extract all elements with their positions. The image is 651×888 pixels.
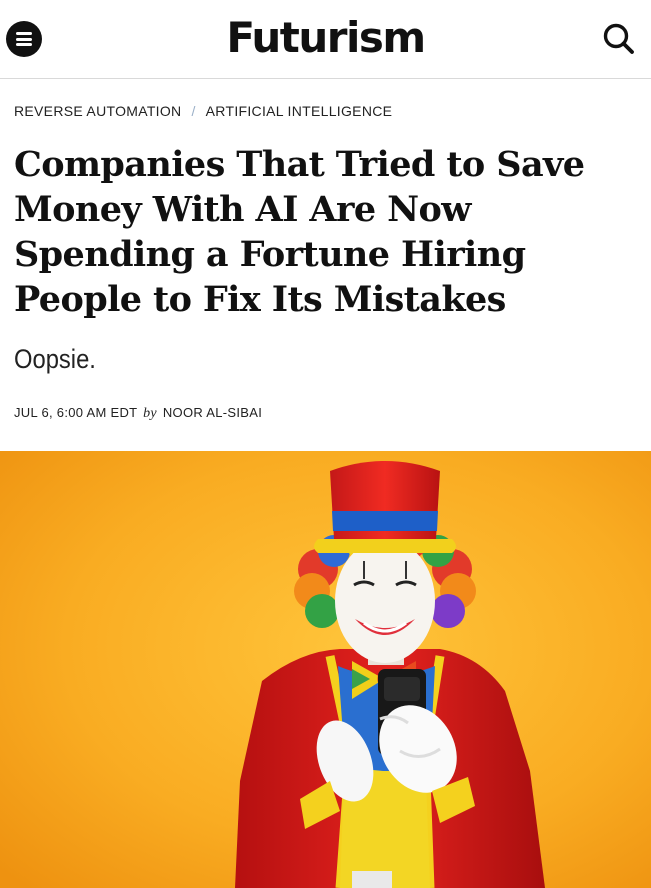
article-byline: JUL 6, 6:00 AM EDT by NOOR AL-SIBAI (14, 404, 262, 423)
article-headline: Companies That Tried to Save Money With … (14, 144, 585, 320)
breadcrumb: REVERSE AUTOMATION / ARTIFICIAL INTELLIGEN… (14, 102, 392, 120)
site-logo[interactable]: Futurism (0, 10, 651, 66)
breadcrumb-item-artificial-intelligence[interactable]: ARTIFICIAL INTELLIGENCE (206, 103, 393, 119)
hero-image (0, 451, 651, 888)
author-link[interactable]: NOOR AL-SIBAI (163, 405, 262, 420)
publish-date: JUL 6, 6:00 AM EDT (14, 405, 138, 420)
site-header: Futurism (0, 0, 651, 79)
byline-by: by (143, 406, 157, 421)
article-dek: Oopsie. (14, 344, 96, 374)
breadcrumb-item-reverse-automation[interactable]: REVERSE AUTOMATION (14, 103, 181, 119)
breadcrumb-separator: / (191, 103, 196, 119)
search-icon[interactable] (600, 20, 638, 58)
